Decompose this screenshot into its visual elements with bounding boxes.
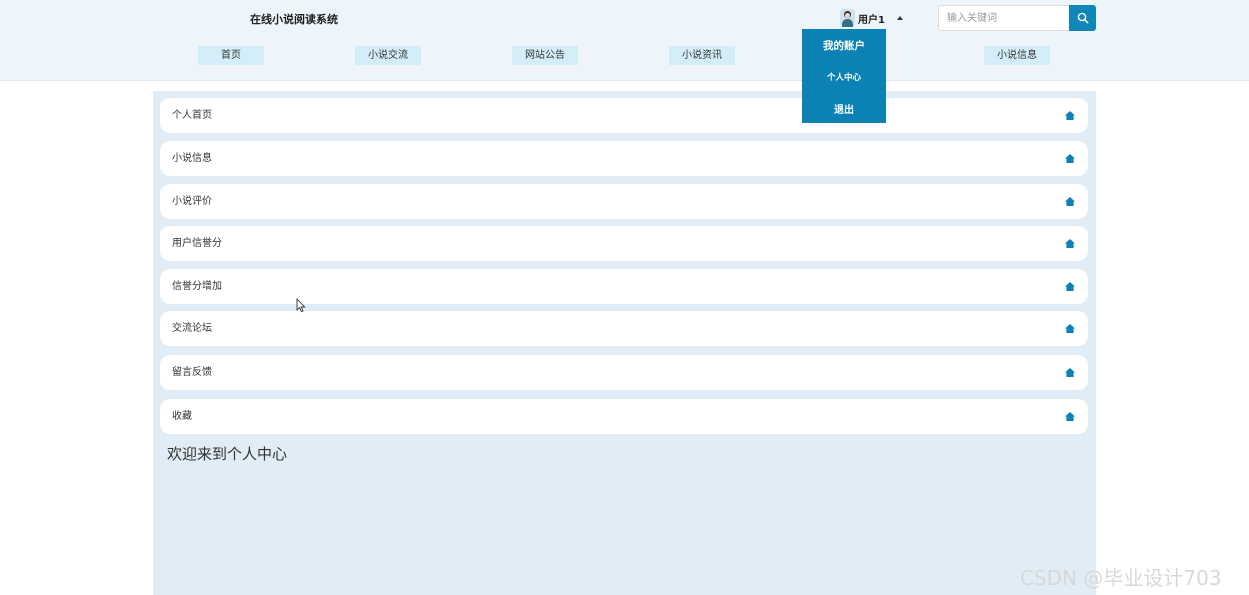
home-icon [1065,239,1075,248]
user-menu[interactable]: 用户1 [840,8,903,28]
home-icon [1065,368,1075,377]
sidebar-item-label: 小说评价 [172,196,212,207]
home-icon [1065,412,1075,421]
nav-item-novel-info[interactable]: 小说信息 [984,46,1050,65]
sidebar-item-label: 交流论坛 [172,323,212,334]
sidebar-item-label: 小说信息 [172,153,212,164]
home-icon [1065,154,1075,163]
sidebar-item-home[interactable]: 个人首页 [160,98,1088,133]
sidebar-item-forum[interactable]: 交流论坛 [160,311,1088,346]
sidebar-item-favorites[interactable]: 收藏 [160,399,1088,434]
nav-item-novel-exchange[interactable]: 小说交流 [355,46,421,65]
home-icon [1065,282,1075,291]
sidebar-item-label: 用户信誉分 [172,238,222,249]
search-button[interactable] [1069,5,1096,31]
nav-item-novel-news[interactable]: 小说资讯 [669,46,735,65]
sidebar-item-label: 信誉分增加 [172,281,222,292]
home-icon [1065,197,1075,206]
personal-center-panel: 个人首页 小说信息 小说评价 用户信誉分 信誉分增加 交流论坛 留言反馈 收藏 … [153,91,1096,595]
menu-item-personal-center[interactable]: 个人中心 [802,71,886,83]
sidebar-item-credit-score[interactable]: 用户信誉分 [160,226,1088,261]
menu-item-my-account[interactable]: 我的账户 [802,38,886,53]
user-dropdown-menu: 我的账户 个人中心 退出 [802,29,886,123]
sidebar-item-novel-info[interactable]: 小说信息 [160,141,1088,176]
nav-item-announcement[interactable]: 网站公告 [512,46,578,65]
search-icon [1077,12,1089,24]
mouse-cursor-icon [296,298,306,313]
nav-item-home[interactable]: 首页 [198,46,264,65]
search-bar [938,5,1096,31]
sidebar-item-feedback[interactable]: 留言反馈 [160,355,1088,390]
site-title: 在线小说阅读系统 [250,13,338,26]
caret-up-icon[interactable] [896,16,903,20]
home-icon [1065,111,1075,120]
home-icon [1065,324,1075,333]
avatar[interactable] [840,9,855,27]
watermark: CSDN @毕业设计703 [1020,566,1222,590]
sidebar-item-label: 收藏 [172,411,192,422]
header: 在线小说阅读系统 首页 小说交流 网站公告 小说资讯 小说信息 用户1 [0,0,1249,81]
sidebar-item-label: 个人首页 [172,110,212,121]
sidebar-item-novel-review[interactable]: 小说评价 [160,184,1088,219]
main-nav: 首页 小说交流 网站公告 小说资讯 小说信息 [0,46,1249,65]
menu-item-logout[interactable]: 退出 [802,101,886,116]
user-name[interactable]: 用户1 [858,11,885,26]
welcome-heading: 欢迎来到个人中心 [167,445,288,463]
sidebar-item-label: 留言反馈 [172,367,212,378]
search-input[interactable] [938,5,1069,31]
